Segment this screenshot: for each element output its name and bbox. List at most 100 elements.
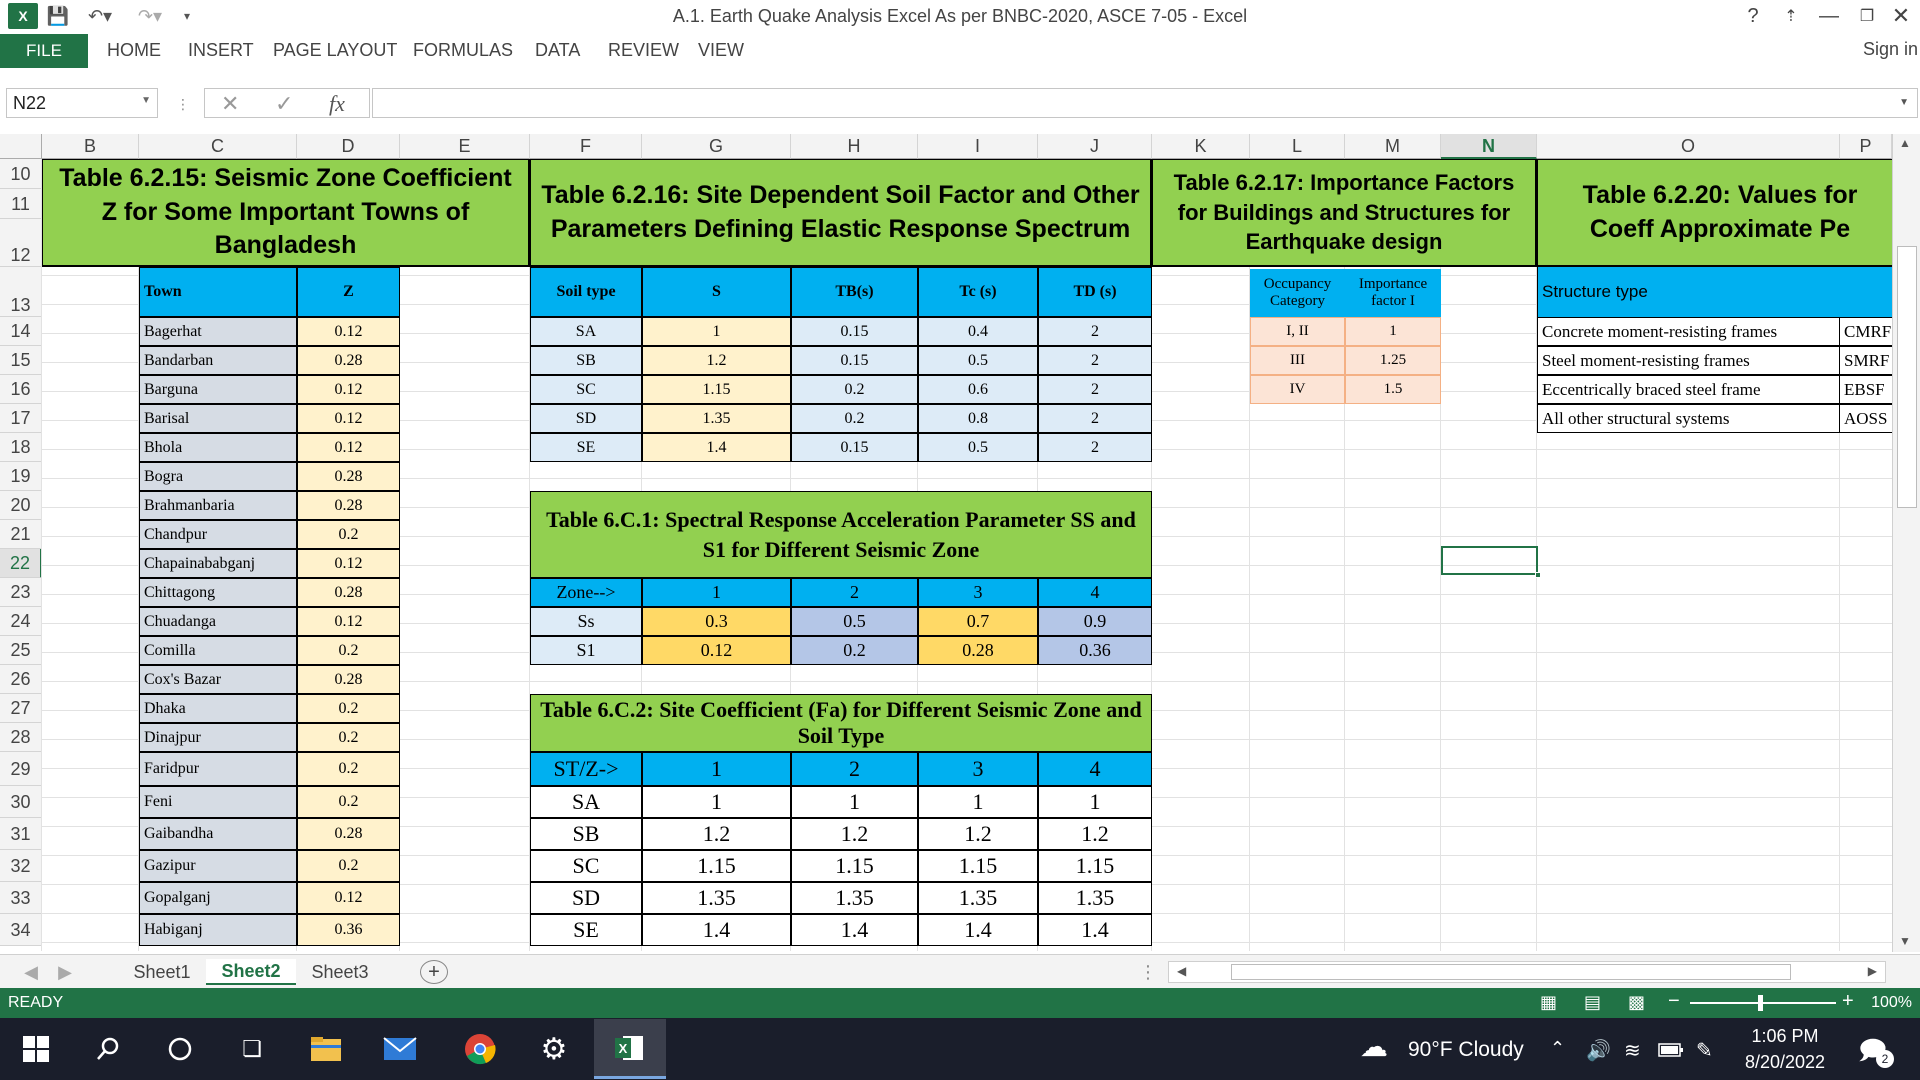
structure-code-cell[interactable]: CMRF xyxy=(1840,317,1892,346)
soil-factor-cell[interactable]: 0.2 xyxy=(791,375,918,404)
soil-factor-cell[interactable]: 0.5 xyxy=(918,433,1038,462)
name-box[interactable]: N22 ▼ xyxy=(6,88,158,118)
zone-coefficient-cell[interactable]: 0.28 xyxy=(297,578,400,607)
zone-coefficient-cell[interactable]: 0.2 xyxy=(297,752,400,786)
site-coefficient-cell[interactable]: 1 xyxy=(1038,786,1152,818)
column-header-i[interactable]: I xyxy=(918,134,1038,159)
column-header-j[interactable]: J xyxy=(1038,134,1152,159)
zoom-in-icon[interactable]: + xyxy=(1842,990,1854,1013)
zone-coefficient-cell[interactable]: 0.2 xyxy=(297,520,400,549)
mail-icon[interactable] xyxy=(380,1029,420,1069)
enter-icon[interactable]: ✓ xyxy=(275,91,293,117)
zoom-out-icon[interactable]: − xyxy=(1668,990,1680,1013)
cancel-icon[interactable]: ✕ xyxy=(221,91,239,117)
table-header[interactable]: Soil type xyxy=(530,267,642,317)
row-header-31[interactable]: 31 xyxy=(0,818,42,850)
close-button[interactable]: ✕ xyxy=(1884,2,1918,30)
structure-code-cell[interactable]: AOSS xyxy=(1840,404,1892,433)
spectral-acceleration-cell[interactable]: 0.7 xyxy=(918,607,1038,636)
row-header-16[interactable]: 16 xyxy=(0,375,42,404)
site-coefficient-cell[interactable]: 1.15 xyxy=(918,850,1038,882)
site-coefficient-cell[interactable]: 1.2 xyxy=(791,818,918,850)
spectral-acceleration-cell[interactable]: 0.12 xyxy=(642,636,791,665)
scroll-tabs-left-icon[interactable]: ◀ xyxy=(20,959,42,985)
row-header-34[interactable]: 34 xyxy=(0,914,42,946)
table-header[interactable]: Zone--> xyxy=(530,578,642,607)
spectral-acceleration-cell[interactable]: 0.36 xyxy=(1038,636,1152,665)
column-header-g[interactable]: G xyxy=(642,134,791,159)
site-coefficient-cell[interactable]: 1.2 xyxy=(642,818,791,850)
page-break-view-icon[interactable]: ▩ xyxy=(1628,992,1645,1013)
zone-coefficient-cell[interactable]: 0.28 xyxy=(297,462,400,491)
zone-coefficient-cell[interactable]: 0.2 xyxy=(297,723,400,752)
tab-file[interactable]: FILE xyxy=(0,34,88,68)
column-header-m[interactable]: M xyxy=(1345,134,1441,159)
zoom-slider[interactable] xyxy=(1690,995,1836,1011)
spectral-acceleration-cell[interactable]: Ss xyxy=(530,607,642,636)
horizontal-scroll-thumb[interactable] xyxy=(1231,964,1791,980)
soil-factor-cell[interactable]: SC xyxy=(530,375,642,404)
soil-factor-cell[interactable]: 0.15 xyxy=(791,317,918,346)
show-hidden-icons-icon[interactable]: ⌃ xyxy=(1550,1038,1565,1059)
clock-date[interactable]: 8/20/2022 xyxy=(1730,1052,1840,1073)
table-header[interactable]: 3 xyxy=(918,578,1038,607)
soil-factor-cell[interactable]: 0.5 xyxy=(918,346,1038,375)
tab-page-layout[interactable]: PAGE LAYOUT xyxy=(273,40,397,61)
soil-factor-cell[interactable]: SA xyxy=(530,317,642,346)
spectral-acceleration-cell[interactable]: 0.2 xyxy=(791,636,918,665)
zoom-level[interactable]: 100% xyxy=(1871,994,1912,1012)
table-header[interactable]: TB(s) xyxy=(791,267,918,317)
importance-factor-cell[interactable]: 1.25 xyxy=(1345,346,1441,375)
fill-handle[interactable] xyxy=(1535,572,1541,578)
row-header-22[interactable]: 22 xyxy=(0,549,42,578)
select-all-corner[interactable] xyxy=(0,134,42,159)
soil-factor-cell[interactable]: 2 xyxy=(1038,375,1152,404)
row-header-30[interactable]: 30 xyxy=(0,786,42,818)
column-header-b[interactable]: B xyxy=(42,134,139,159)
site-coefficient-cell[interactable]: 1.4 xyxy=(791,914,918,946)
site-coefficient-cell[interactable]: SE xyxy=(530,914,642,946)
zone-coefficient-cell[interactable]: 0.28 xyxy=(297,818,400,850)
zone-coefficient-cell[interactable]: 0.12 xyxy=(297,375,400,404)
table-header[interactable]: 1 xyxy=(642,752,791,786)
clock-time[interactable]: 1:06 PM xyxy=(1730,1026,1840,1047)
table-header[interactable]: Occupancy Category xyxy=(1250,269,1345,317)
table-header[interactable]: S xyxy=(642,267,791,317)
column-header-d[interactable]: D xyxy=(297,134,400,159)
row-header-29[interactable]: 29 xyxy=(0,752,42,786)
structure-code-cell[interactable]: EBSF xyxy=(1840,375,1892,404)
table-header[interactable]: Structure type xyxy=(1537,267,1892,317)
column-header-k[interactable]: K xyxy=(1152,134,1250,159)
site-coefficient-cell[interactable]: SB xyxy=(530,818,642,850)
town-name-cell[interactable]: Chittagong xyxy=(139,578,297,607)
pen-icon[interactable]: ✎ xyxy=(1696,1038,1713,1063)
table-6-c-2-title[interactable]: Table 6.C.2: Site Coefficient (Fa) for D… xyxy=(530,694,1152,752)
site-coefficient-cell[interactable]: 1.35 xyxy=(791,882,918,914)
tab-data[interactable]: DATA xyxy=(535,40,580,61)
zone-coefficient-cell[interactable]: 0.2 xyxy=(297,636,400,665)
horizontal-scrollbar[interactable]: ◀ ▶ xyxy=(1168,961,1886,983)
column-header-h[interactable]: H xyxy=(791,134,918,159)
tab-home[interactable]: HOME xyxy=(107,40,161,61)
zone-coefficient-cell[interactable]: 0.12 xyxy=(297,433,400,462)
zone-coefficient-cell[interactable]: 0.12 xyxy=(297,549,400,578)
soil-factor-cell[interactable]: 2 xyxy=(1038,433,1152,462)
page-layout-view-icon[interactable]: ▤ xyxy=(1584,992,1601,1013)
site-coefficient-cell[interactable]: 1.35 xyxy=(642,882,791,914)
column-header-e[interactable]: E xyxy=(400,134,530,159)
excel-taskbar-icon[interactable]: X xyxy=(594,1019,666,1079)
row-header-19[interactable]: 19 xyxy=(0,462,42,491)
site-coefficient-cell[interactable]: 1.4 xyxy=(1038,914,1152,946)
table-header[interactable]: 4 xyxy=(1038,752,1152,786)
zone-coefficient-cell[interactable]: 0.12 xyxy=(297,607,400,636)
search-icon[interactable] xyxy=(88,1029,128,1069)
structure-type-cell[interactable]: Concrete moment-resisting frames xyxy=(1537,317,1840,346)
soil-factor-cell[interactable]: 2 xyxy=(1038,317,1152,346)
row-header-23[interactable]: 23 xyxy=(0,578,42,607)
zone-coefficient-cell[interactable]: 0.28 xyxy=(297,491,400,520)
row-header-20[interactable]: 20 xyxy=(0,491,42,520)
table-6-2-16-title[interactable]: Table 6.2.16: Site Dependent Soil Factor… xyxy=(530,159,1152,267)
name-box-dropdown-icon[interactable]: ▼ xyxy=(141,95,151,106)
site-coefficient-cell[interactable]: 1.35 xyxy=(918,882,1038,914)
column-header-c[interactable]: C xyxy=(139,134,297,159)
